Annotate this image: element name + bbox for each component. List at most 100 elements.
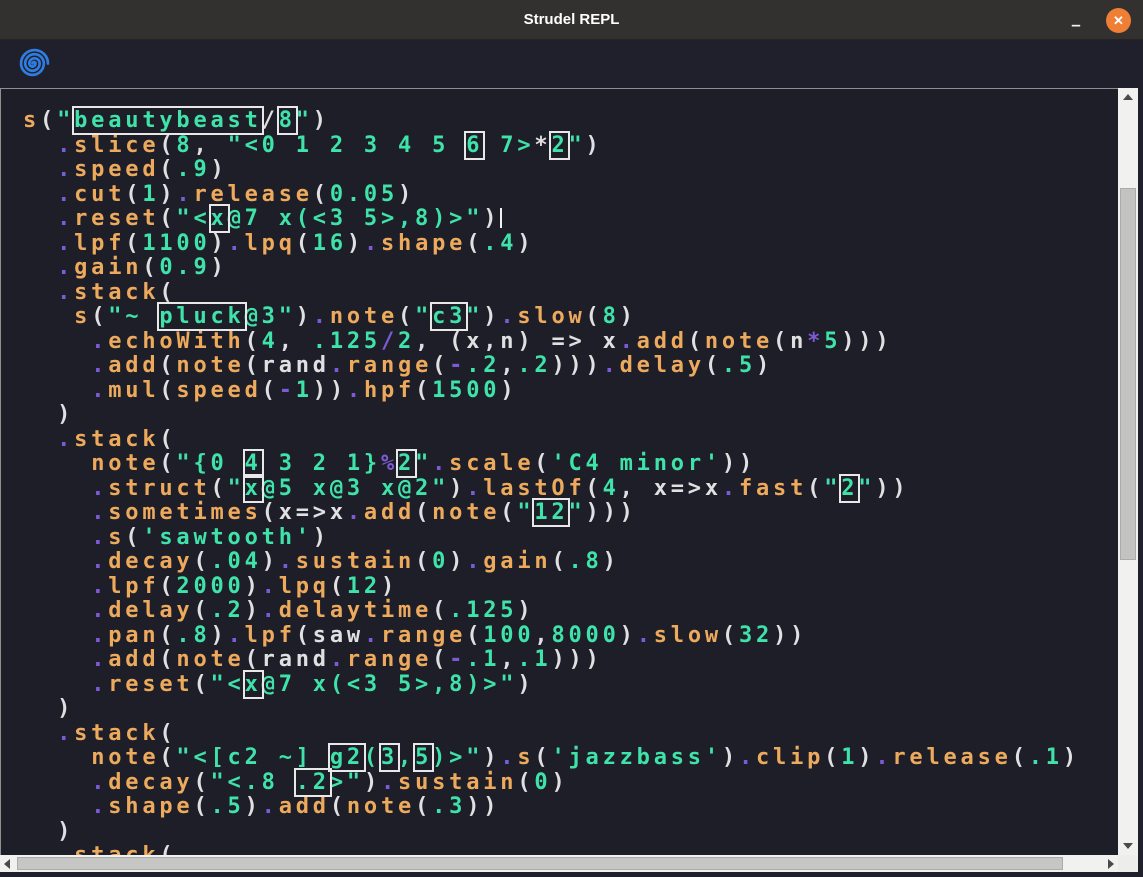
vertical-scrollbar-thumb[interactable] xyxy=(1120,188,1136,560)
highlighted-token: 12 xyxy=(534,500,568,525)
code-token: " xyxy=(228,476,245,501)
strudel-spiral-logo-icon[interactable] xyxy=(19,48,50,79)
scroll-right-arrow-icon[interactable] xyxy=(1108,859,1114,869)
code-token: delay xyxy=(620,353,705,378)
horizontal-scrollbar-thumb[interactable] xyxy=(17,857,1063,870)
code-token: speed xyxy=(176,378,261,403)
code-token: . xyxy=(57,255,74,280)
code-token: .2 xyxy=(211,598,245,623)
code-token: scale xyxy=(449,451,534,476)
code-token: ( xyxy=(432,598,449,623)
code-line: .s('sawtooth') xyxy=(23,526,1118,551)
code-token: fast xyxy=(739,476,807,501)
code-token: ( xyxy=(415,549,432,574)
code-token: ) xyxy=(211,157,228,182)
code-token: " xyxy=(858,476,875,501)
title-bar[interactable]: Strudel REPL – ✕ xyxy=(0,0,1143,40)
code-token: , xyxy=(279,329,313,354)
code-token: ( xyxy=(364,745,381,770)
code-token: 3 2 1} xyxy=(262,451,381,476)
code-token: " xyxy=(568,133,585,158)
code-token: , xyxy=(398,745,415,770)
highlighted-token: 8 xyxy=(279,108,296,133)
code-token: .04 xyxy=(211,549,262,574)
code-token: " xyxy=(824,476,841,501)
code-token: 8 xyxy=(603,304,620,329)
code-token: ( xyxy=(705,353,722,378)
highlighted-token: 6 xyxy=(466,133,483,158)
code-token: >" xyxy=(330,770,364,795)
minimize-button[interactable]: – xyxy=(1061,5,1091,35)
code-token: . xyxy=(91,378,108,403)
code-token: ) xyxy=(500,378,517,403)
code-token: ( xyxy=(40,108,57,133)
code-line: .shape(.5).add(note(.3)) xyxy=(23,795,1118,820)
code-token: note xyxy=(91,451,159,476)
code-token: . xyxy=(57,157,74,182)
code-token: cut xyxy=(74,182,125,207)
code-token: ( xyxy=(159,133,176,158)
code-token: 8000 xyxy=(551,623,619,648)
code-token: ) xyxy=(517,598,534,623)
code-token: ( xyxy=(500,500,517,525)
code-token: add xyxy=(108,353,159,378)
highlighted-token: 2 xyxy=(398,451,415,476)
code-token: . xyxy=(91,672,108,697)
close-button[interactable]: ✕ xyxy=(1106,8,1131,33)
code-token: ( xyxy=(773,329,790,354)
code-token: ) xyxy=(211,623,228,648)
code-token: ( xyxy=(262,378,279,403)
scroll-left-arrow-icon[interactable] xyxy=(4,859,10,869)
code-token: , xyxy=(500,647,517,672)
code-token: " xyxy=(415,304,432,329)
code-token: ( xyxy=(193,794,210,819)
code-token: ) xyxy=(756,353,773,378)
code-token: 100 xyxy=(483,623,534,648)
highlighted-token: c3 xyxy=(432,304,466,329)
code-token: ( xyxy=(262,500,279,525)
code-token: ( xyxy=(159,427,176,452)
code-token: 32 xyxy=(739,623,773,648)
code-token: ) xyxy=(245,574,262,599)
code-token: . xyxy=(91,476,108,501)
code-token: " xyxy=(466,304,483,329)
code-token: ) xyxy=(1063,745,1080,770)
code-token: ( xyxy=(193,770,210,795)
code-token: @7 x(<3 5>,8)>" xyxy=(262,672,518,697)
code-token: " xyxy=(296,108,313,133)
code-token: ( xyxy=(330,574,347,599)
scroll-up-arrow-icon[interactable] xyxy=(1123,94,1133,100)
code-token: "<.8 xyxy=(211,770,296,795)
code-token: note xyxy=(176,353,244,378)
highlighted-token: 3 xyxy=(381,745,398,770)
code-token: ( xyxy=(296,623,313,648)
code-token xyxy=(23,157,57,182)
code-token: add xyxy=(108,647,159,672)
code-token: slow xyxy=(517,304,585,329)
code-token: )) xyxy=(875,476,909,501)
code-token: . xyxy=(381,770,398,795)
code-token xyxy=(23,378,91,403)
code-editor[interactable]: s("beautybeast/8") .slice(8, "<0 1 2 3 4… xyxy=(0,88,1118,855)
horizontal-scrollbar[interactable] xyxy=(0,855,1118,872)
highlighted-token: x xyxy=(245,672,262,697)
code-token: 1100 xyxy=(142,231,210,256)
code-token: . xyxy=(91,525,108,550)
code-token: ) xyxy=(398,182,415,207)
code-token: shape xyxy=(381,231,466,256)
code-line: .stack( xyxy=(23,722,1118,747)
vertical-scrollbar[interactable] xyxy=(1118,88,1138,855)
code-token: s xyxy=(517,745,534,770)
code-line: .decay("<.8 .2>").sustain(0) xyxy=(23,771,1118,796)
code-token: ( xyxy=(159,721,176,746)
code-line: .stack( xyxy=(23,428,1118,453)
code-token: . xyxy=(466,476,483,501)
code-token xyxy=(23,133,57,158)
code-token: .9 xyxy=(176,157,210,182)
scroll-down-arrow-icon[interactable] xyxy=(1123,843,1133,849)
code-token: ) xyxy=(483,206,500,231)
code-token: reset xyxy=(108,672,193,697)
code-token: 0.05 xyxy=(330,182,398,207)
code-token xyxy=(23,353,91,378)
code-token: ) xyxy=(23,402,74,427)
